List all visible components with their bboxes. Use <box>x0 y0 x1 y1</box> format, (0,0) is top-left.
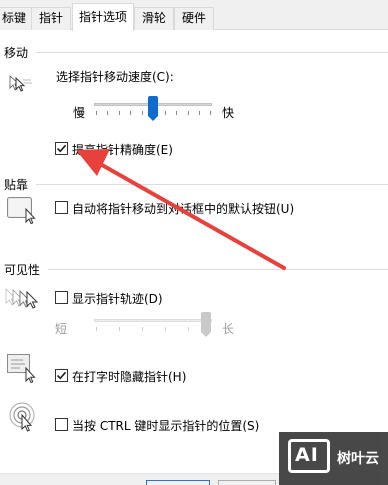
hide-typing-label: 在打字时隐藏指针(H) <box>72 370 187 384</box>
snap-to-label: 自动将指针移动到对话框中的默认按钮(U) <box>72 202 295 216</box>
precision-label: 提高指针精确度(E) <box>72 143 173 157</box>
trail-length-slider-track[interactable] <box>94 319 212 322</box>
trails-checkbox[interactable] <box>55 291 68 304</box>
precision-checkbox[interactable] <box>55 142 68 155</box>
tab-pointers[interactable]: 指针 <box>31 7 71 30</box>
ctrl-show-checkbox-row[interactable]: 当按 CTRL 键时显示指针的位置(S) <box>55 417 275 433</box>
ctrl-locate-icon <box>8 401 40 438</box>
ctrl-show-checkbox[interactable] <box>55 418 68 431</box>
short-label: 短 <box>55 322 68 336</box>
tab-wheel[interactable]: 滑轮 <box>134 7 174 30</box>
watermark-name: 树叶云 <box>337 451 379 467</box>
speed-label: 选择指针移动速度(C): <box>56 70 174 84</box>
trails-checkbox-row[interactable]: 显示指针轨迹(D) <box>55 290 215 306</box>
tab-pointer-options[interactable]: 指针选项 <box>72 3 134 31</box>
watermark-logo: AI <box>288 439 330 473</box>
visibility-group-label: 可见性 <box>4 263 41 277</box>
trail-length-slider-thumb[interactable] <box>201 312 211 337</box>
motion-group-label: 移动 <box>4 46 29 60</box>
long-label: 长 <box>222 322 235 336</box>
trails-label: 显示指针轨迹(D) <box>72 292 163 306</box>
tab-strip: 标键 指针 指针选项 滑轮 硬件 <box>0 0 388 31</box>
snap-to-checkbox-row[interactable]: 自动将指针移动到对话框中的默认按钮(U) <box>55 200 295 216</box>
precision-checkbox-row[interactable]: 提高指针精确度(E) <box>55 141 215 157</box>
motion-group-separator <box>36 52 388 53</box>
snap-to-checkbox[interactable] <box>55 201 68 214</box>
tab-buttons[interactable]: 标键 <box>0 7 32 30</box>
visibility-group-separator <box>48 269 388 270</box>
ctrl-show-label: 当按 CTRL 键时显示指针的位置(S) <box>72 419 260 433</box>
hide-typing-checkbox[interactable] <box>55 369 68 382</box>
trail-length-slider-ticks <box>96 327 211 333</box>
fast-label: 快 <box>222 106 235 120</box>
cancel-button-edge[interactable] <box>218 480 276 485</box>
watermark: AI 树叶云 <box>279 432 388 485</box>
pointer-trails-icon <box>4 284 44 317</box>
snap-to-group-separator <box>36 184 388 185</box>
snap-to-icon <box>6 196 40 227</box>
slow-label: 慢 <box>73 106 86 120</box>
tab-hardware[interactable]: 硬件 <box>174 7 214 30</box>
pointer-speed-icon <box>8 72 34 99</box>
hide-typing-checkbox-row[interactable]: 在打字时隐藏指针(H) <box>55 368 215 384</box>
speed-slider-thumb[interactable] <box>148 96 158 121</box>
hide-while-typing-icon <box>6 353 40 388</box>
ok-button-edge[interactable] <box>146 480 210 485</box>
watermark-logo-text: AI <box>295 444 319 466</box>
snap-to-group-label: 贴靠 <box>4 178 29 192</box>
